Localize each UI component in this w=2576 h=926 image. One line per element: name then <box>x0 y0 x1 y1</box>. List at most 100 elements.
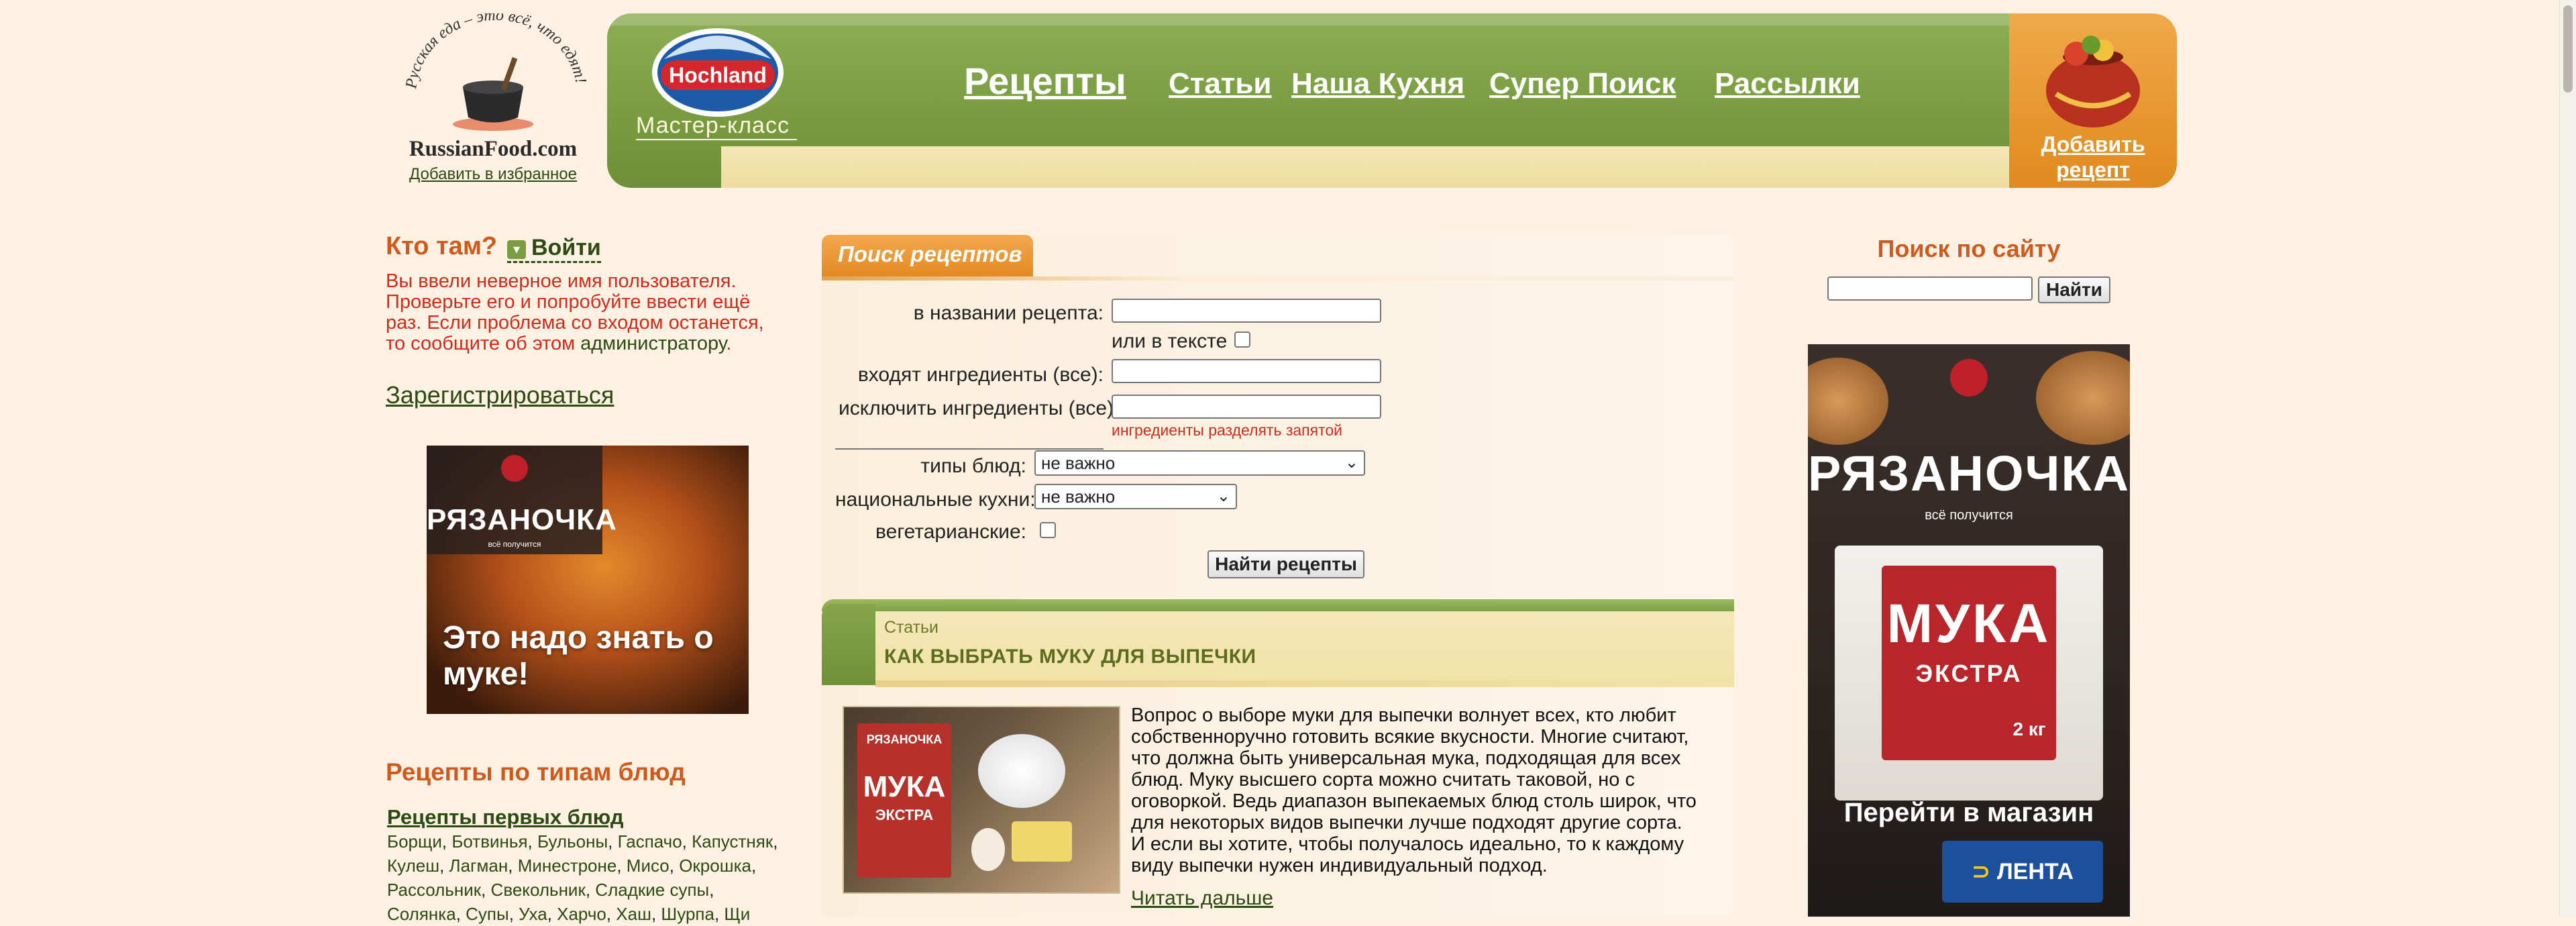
ingredients-hint: ингредиенты разделять запятой <box>1112 421 1342 439</box>
exclude-ingredients-label: исключить ингредиенты (все): <box>839 397 1120 419</box>
separator: , <box>441 831 452 852</box>
flour-pack-sub: ЭКСТРА <box>875 807 934 823</box>
flour-bag-label: МУКА ЭКСТРА 2 кг <box>1882 566 2056 760</box>
nav-articles[interactable]: Статьи <box>1169 67 1271 101</box>
login-button[interactable]: ▾ Войти <box>507 235 601 263</box>
separator: , <box>508 856 518 876</box>
site-search-button[interactable]: Найти <box>2038 276 2110 303</box>
separator: , <box>547 904 557 924</box>
add-to-favorites-link[interactable]: Добавить в избранное <box>396 165 590 184</box>
soup-list: Борщи, Ботвинья, Бульоны, Гаспачо, Капус… <box>387 829 790 926</box>
ad-product-name: МУКА <box>1886 593 2051 654</box>
search-tab-underline <box>822 276 1734 280</box>
soup-link[interactable]: Ботвинья <box>451 831 527 852</box>
soup-link[interactable]: Гаспачо <box>618 831 682 852</box>
first-courses-link[interactable]: Рецепты первых блюд <box>387 805 624 829</box>
bun-graphic <box>2036 351 2130 445</box>
brand-emblem-icon <box>501 455 528 482</box>
soup-link[interactable]: Мисо <box>627 856 669 876</box>
separator: , <box>606 904 616 924</box>
ad-headline: Это надо знать о муке! <box>443 620 714 692</box>
soup-link[interactable]: Свекольник <box>491 880 586 900</box>
separator: , <box>751 856 757 876</box>
separator: , <box>481 880 491 900</box>
soup-link[interactable]: Лагман <box>449 856 508 876</box>
recipe-types-title: Рецепты по типам блюд <box>386 758 686 786</box>
separator: , <box>439 856 449 876</box>
left-ad-banner[interactable]: РЯЗАНОЧКА всё получится Это надо знать о… <box>427 446 749 714</box>
soup-link[interactable]: Шурпа <box>661 904 714 924</box>
site-logo[interactable]: Русская еда – это всё, что едят! Russian… <box>396 13 590 188</box>
soup-link[interactable]: Минестроне <box>518 856 617 876</box>
dish-types-select[interactable]: не важно ⌄ <box>1034 450 1365 476</box>
store-button[interactable]: ⊃ ЛЕНТА <box>1942 841 2103 903</box>
nav-mailings[interactable]: Рассылки <box>1715 67 1860 101</box>
cuisine-select[interactable]: не важно ⌄ <box>1034 484 1237 509</box>
recipe-search-tab: Поиск рецептов <box>822 235 1033 276</box>
include-ingredients-input[interactable] <box>1112 359 1381 383</box>
soup-link[interactable]: Харчо <box>557 904 606 924</box>
site-search-input[interactable] <box>1827 276 2033 301</box>
nav-recipes[interactable]: Рецепты <box>964 59 1126 103</box>
separator: , <box>709 880 714 900</box>
article-header <box>822 599 1734 685</box>
read-more-link[interactable]: Читать дальше <box>1131 887 1273 910</box>
article-category[interactable]: Статьи <box>884 618 938 637</box>
vegetarian-checkbox[interactable] <box>1040 522 1056 538</box>
soup-link[interactable]: Окрошка <box>679 856 751 876</box>
soup-link[interactable]: Сладкие супы <box>595 880 709 900</box>
recipe-title-label: в названии рецепта: <box>913 302 1104 324</box>
header-cream-strip <box>721 146 2009 188</box>
soup-link[interactable]: Борщи <box>387 831 442 852</box>
ad-product-weight: 2 кг <box>2012 719 2046 739</box>
flour-pack-product: МУКА <box>863 770 946 803</box>
soup-link[interactable]: Хаш <box>616 904 651 924</box>
logo-text: RussianFood.com <box>409 137 578 161</box>
hochland-brand-text: Hochland <box>669 63 767 87</box>
in-text-label: или в тексте <box>1112 330 1228 352</box>
separator: , <box>714 904 724 924</box>
soup-link[interactable]: Кулеш <box>387 856 439 876</box>
in-text-checkbox[interactable] <box>1234 331 1250 348</box>
soup-link[interactable]: Уха <box>519 904 547 924</box>
register-link[interactable]: Зарегистрироваться <box>386 381 614 409</box>
find-recipes-button[interactable]: Найти рецепты <box>1208 550 1364 578</box>
hochland-logo[interactable]: Hochland <box>647 19 788 119</box>
nav-our-kitchen[interactable]: Наша Кухня <box>1291 67 1464 101</box>
flour-pack-graphic: РЯЗАНОЧКА МУКА ЭКСТРА <box>857 723 951 878</box>
separator: , <box>608 831 618 852</box>
separator: , <box>682 831 692 852</box>
ad-product-sub: ЭКСТРА <box>1915 660 2023 687</box>
ad-brand-name: РЯЗАНОЧКА <box>427 503 617 536</box>
soup-link[interactable]: Солянка <box>387 904 456 924</box>
separator: , <box>455 904 466 924</box>
article-title[interactable]: КАК ВЫБРАТЬ МУКУ ДЛЯ ВЫПЕЧКИ <box>884 646 1256 668</box>
soup-link[interactable]: Супы <box>466 904 509 924</box>
cauldron-icon <box>453 57 533 131</box>
hochland-masterclass-link[interactable]: Мастер-класс <box>636 113 797 140</box>
soup-link[interactable]: Капустняк <box>692 831 773 852</box>
article-image[interactable]: РЯЗАНОЧКА МУКА ЭКСТРА <box>843 706 1120 894</box>
administrator-link[interactable]: администратору <box>580 333 726 354</box>
soup-link[interactable]: Щи <box>724 904 750 924</box>
recipe-search-tab-label: Поиск рецептов <box>838 242 1022 266</box>
scrollbar-thumb[interactable] <box>2563 5 2573 93</box>
login-label: Войти <box>531 235 601 260</box>
who-there-title: Кто там? <box>386 232 498 260</box>
add-recipe-label: Добавить рецепт <box>2041 132 2145 182</box>
flour-bowl-graphic <box>978 734 1065 808</box>
exclude-ingredients-input[interactable] <box>1112 395 1381 419</box>
soup-link[interactable]: Бульоны <box>537 831 608 852</box>
add-recipe-button[interactable]: Добавить рецепт <box>2009 13 2177 188</box>
right-ad-banner[interactable]: РЯЗАНОЧКА всё получится МУКА ЭКСТРА 2 кг… <box>1808 344 2130 917</box>
soup-link[interactable]: Рассольник <box>387 880 481 900</box>
recipe-title-input[interactable] <box>1112 299 1381 323</box>
separator: , <box>616 856 627 876</box>
form-divider <box>835 448 1104 450</box>
flour-pack-brand: РЯЗАНОЧКА <box>866 733 943 746</box>
page-scrollbar[interactable] <box>2559 0 2576 917</box>
chevron-down-icon: ⌄ <box>1216 487 1230 505</box>
nav-super-search[interactable]: Супер Поиск <box>1489 67 1676 101</box>
dish-types-label: типы блюд: <box>920 455 1026 477</box>
butter-graphic <box>1012 821 1072 862</box>
